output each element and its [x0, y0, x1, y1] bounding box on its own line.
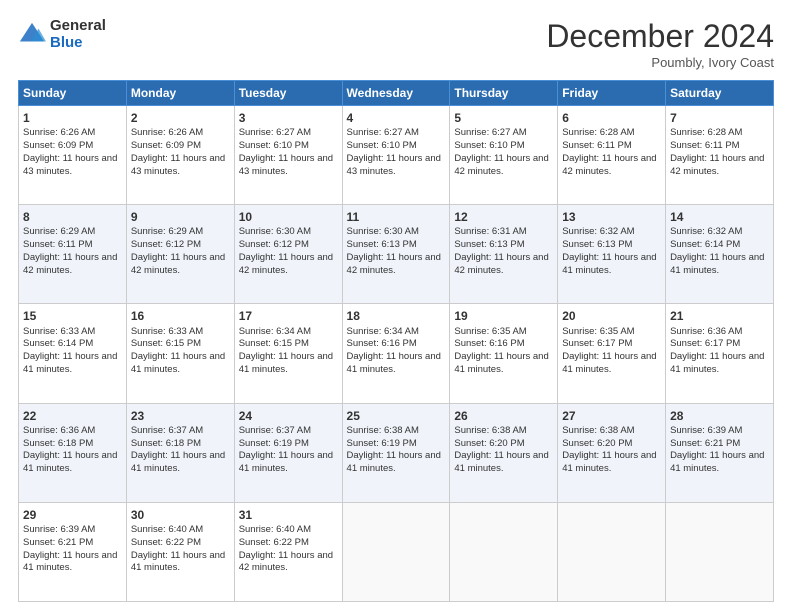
- col-monday: Monday: [126, 81, 234, 106]
- day-number: 31: [239, 507, 338, 523]
- header: General Blue December 2024 Poumbly, Ivor…: [18, 18, 774, 70]
- day-number: 26: [454, 408, 553, 424]
- col-friday: Friday: [558, 81, 666, 106]
- col-saturday: Saturday: [666, 81, 774, 106]
- table-row: 29Sunrise: 6:39 AMSunset: 6:21 PMDayligh…: [19, 502, 127, 601]
- day-number: 7: [670, 110, 769, 126]
- day-number: 10: [239, 209, 338, 225]
- table-row: 9Sunrise: 6:29 AMSunset: 6:12 PMDaylight…: [126, 205, 234, 304]
- col-thursday: Thursday: [450, 81, 558, 106]
- logo-icon: [18, 21, 46, 49]
- day-number: 18: [347, 308, 446, 324]
- table-row: 21Sunrise: 6:36 AMSunset: 6:17 PMDayligh…: [666, 304, 774, 403]
- day-number: 28: [670, 408, 769, 424]
- table-row: 22Sunrise: 6:36 AMSunset: 6:18 PMDayligh…: [19, 403, 127, 502]
- day-number: 15: [23, 308, 122, 324]
- table-row: 12Sunrise: 6:31 AMSunset: 6:13 PMDayligh…: [450, 205, 558, 304]
- day-number: 22: [23, 408, 122, 424]
- header-row: Sunday Monday Tuesday Wednesday Thursday…: [19, 81, 774, 106]
- table-row: [666, 502, 774, 601]
- month-title: December 2024: [546, 18, 774, 55]
- day-number: 16: [131, 308, 230, 324]
- table-row: 19Sunrise: 6:35 AMSunset: 6:16 PMDayligh…: [450, 304, 558, 403]
- calendar-week-4: 22Sunrise: 6:36 AMSunset: 6:18 PMDayligh…: [19, 403, 774, 502]
- col-tuesday: Tuesday: [234, 81, 342, 106]
- table-row: 25Sunrise: 6:38 AMSunset: 6:19 PMDayligh…: [342, 403, 450, 502]
- day-number: 12: [454, 209, 553, 225]
- table-row: 8Sunrise: 6:29 AMSunset: 6:11 PMDaylight…: [19, 205, 127, 304]
- logo-text: General Blue: [50, 18, 106, 51]
- day-number: 11: [347, 209, 446, 225]
- table-row: 26Sunrise: 6:38 AMSunset: 6:20 PMDayligh…: [450, 403, 558, 502]
- day-number: 30: [131, 507, 230, 523]
- table-row: 28Sunrise: 6:39 AMSunset: 6:21 PMDayligh…: [666, 403, 774, 502]
- table-row: [558, 502, 666, 601]
- title-block: December 2024 Poumbly, Ivory Coast: [546, 18, 774, 70]
- calendar-week-3: 15Sunrise: 6:33 AMSunset: 6:14 PMDayligh…: [19, 304, 774, 403]
- table-row: 3Sunrise: 6:27 AMSunset: 6:10 PMDaylight…: [234, 106, 342, 205]
- day-number: 23: [131, 408, 230, 424]
- table-row: 31Sunrise: 6:40 AMSunset: 6:22 PMDayligh…: [234, 502, 342, 601]
- table-row: 14Sunrise: 6:32 AMSunset: 6:14 PMDayligh…: [666, 205, 774, 304]
- col-wednesday: Wednesday: [342, 81, 450, 106]
- day-number: 19: [454, 308, 553, 324]
- table-row: 6Sunrise: 6:28 AMSunset: 6:11 PMDaylight…: [558, 106, 666, 205]
- day-number: 14: [670, 209, 769, 225]
- table-row: 15Sunrise: 6:33 AMSunset: 6:14 PMDayligh…: [19, 304, 127, 403]
- day-number: 24: [239, 408, 338, 424]
- day-number: 6: [562, 110, 661, 126]
- day-number: 5: [454, 110, 553, 126]
- day-number: 25: [347, 408, 446, 424]
- col-sunday: Sunday: [19, 81, 127, 106]
- calendar-week-2: 8Sunrise: 6:29 AMSunset: 6:11 PMDaylight…: [19, 205, 774, 304]
- logo: General Blue: [18, 18, 106, 51]
- day-number: 1: [23, 110, 122, 126]
- day-number: 3: [239, 110, 338, 126]
- page: General Blue December 2024 Poumbly, Ivor…: [0, 0, 792, 612]
- day-number: 20: [562, 308, 661, 324]
- calendar-week-1: 1Sunrise: 6:26 AMSunset: 6:09 PMDaylight…: [19, 106, 774, 205]
- table-row: 16Sunrise: 6:33 AMSunset: 6:15 PMDayligh…: [126, 304, 234, 403]
- table-row: [342, 502, 450, 601]
- table-row: 27Sunrise: 6:38 AMSunset: 6:20 PMDayligh…: [558, 403, 666, 502]
- calendar-table: Sunday Monday Tuesday Wednesday Thursday…: [18, 80, 774, 602]
- table-row: 23Sunrise: 6:37 AMSunset: 6:18 PMDayligh…: [126, 403, 234, 502]
- day-number: 27: [562, 408, 661, 424]
- day-number: 17: [239, 308, 338, 324]
- table-row: 2Sunrise: 6:26 AMSunset: 6:09 PMDaylight…: [126, 106, 234, 205]
- day-number: 9: [131, 209, 230, 225]
- table-row: 5Sunrise: 6:27 AMSunset: 6:10 PMDaylight…: [450, 106, 558, 205]
- table-row: 18Sunrise: 6:34 AMSunset: 6:16 PMDayligh…: [342, 304, 450, 403]
- table-row: 20Sunrise: 6:35 AMSunset: 6:17 PMDayligh…: [558, 304, 666, 403]
- logo-blue-text: Blue: [50, 35, 106, 52]
- table-row: 4Sunrise: 6:27 AMSunset: 6:10 PMDaylight…: [342, 106, 450, 205]
- day-number: 4: [347, 110, 446, 126]
- table-row: 13Sunrise: 6:32 AMSunset: 6:13 PMDayligh…: [558, 205, 666, 304]
- day-number: 8: [23, 209, 122, 225]
- table-row: 11Sunrise: 6:30 AMSunset: 6:13 PMDayligh…: [342, 205, 450, 304]
- location-subtitle: Poumbly, Ivory Coast: [546, 55, 774, 70]
- table-row: 7Sunrise: 6:28 AMSunset: 6:11 PMDaylight…: [666, 106, 774, 205]
- logo-general-text: General: [50, 18, 106, 35]
- table-row: 30Sunrise: 6:40 AMSunset: 6:22 PMDayligh…: [126, 502, 234, 601]
- table-row: 10Sunrise: 6:30 AMSunset: 6:12 PMDayligh…: [234, 205, 342, 304]
- table-row: [450, 502, 558, 601]
- day-number: 2: [131, 110, 230, 126]
- table-row: 24Sunrise: 6:37 AMSunset: 6:19 PMDayligh…: [234, 403, 342, 502]
- day-number: 21: [670, 308, 769, 324]
- day-number: 13: [562, 209, 661, 225]
- table-row: 17Sunrise: 6:34 AMSunset: 6:15 PMDayligh…: [234, 304, 342, 403]
- calendar-week-5: 29Sunrise: 6:39 AMSunset: 6:21 PMDayligh…: [19, 502, 774, 601]
- table-row: 1Sunrise: 6:26 AMSunset: 6:09 PMDaylight…: [19, 106, 127, 205]
- day-number: 29: [23, 507, 122, 523]
